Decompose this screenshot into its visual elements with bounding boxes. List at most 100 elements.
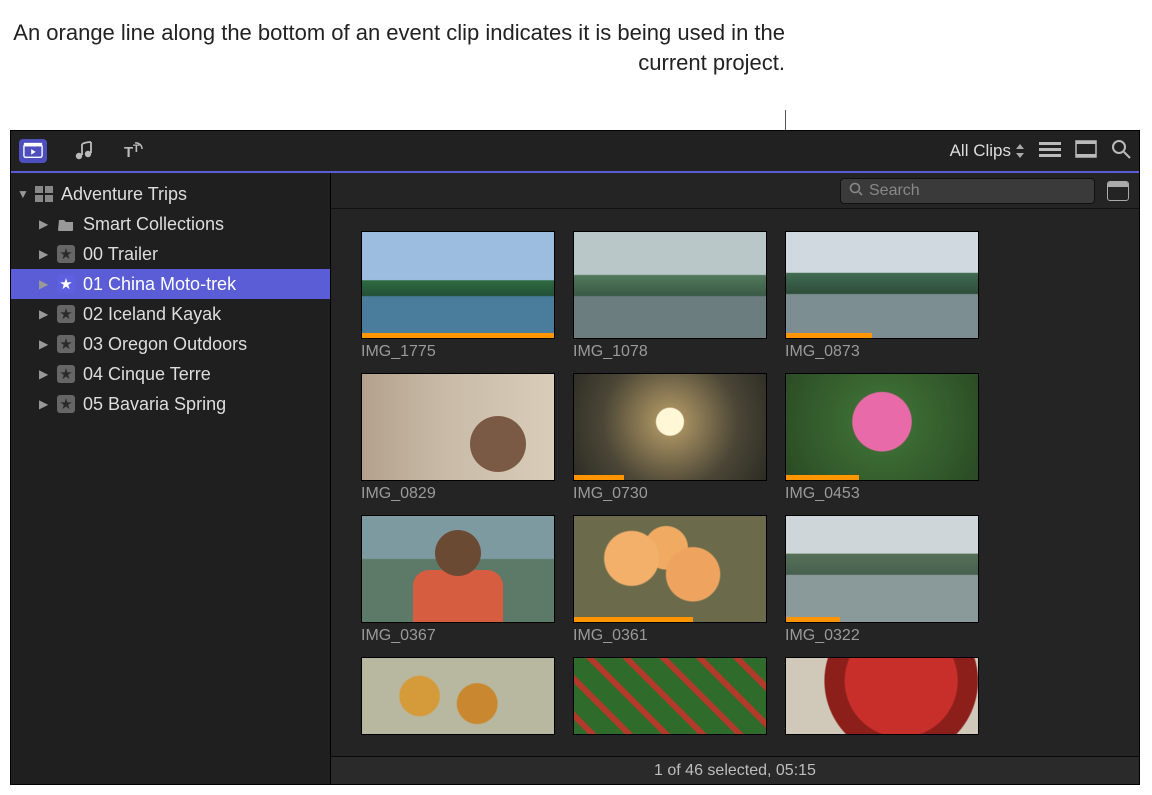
event-star-icon: ★ (57, 365, 75, 383)
clip-grid: IMG_1775 IMG_1078 IMG_0873 IMG_0829 IMG_0730… (331, 209, 1139, 756)
window-layout-icon[interactable] (1107, 181, 1129, 201)
sidebar-item-05-bavaria-spring[interactable]: ▶ ★ 05 Bavaria Spring (11, 389, 330, 419)
clip-label: IMG_0873 (785, 343, 979, 365)
svg-text:T: T (124, 144, 133, 161)
used-indicator-bar (574, 475, 624, 480)
disclosure-right-icon[interactable]: ▶ (39, 397, 49, 411)
clip-thumbnail[interactable] (785, 657, 979, 735)
event-star-icon: ★ (57, 245, 75, 263)
sidebar-item-label: 05 Bavaria Spring (83, 394, 226, 415)
library-root[interactable]: ▼ Adventure Trips (11, 179, 330, 209)
used-indicator-bar (786, 475, 859, 480)
titles-browser-icon[interactable]: TT (119, 139, 147, 163)
disclosure-right-icon[interactable]: ▶ (39, 277, 49, 291)
library-name: Adventure Trips (61, 184, 187, 205)
status-bar: 1 of 46 selected, 05:15 (331, 756, 1139, 784)
disclosure-right-icon[interactable]: ▶ (39, 217, 49, 231)
library-sidebar: ▼ Adventure Trips ▶ Smart Collections ▶ ★ 00… (11, 173, 331, 784)
event-star-icon: ★ (57, 335, 75, 353)
clip-item[interactable]: IMG_0361 (573, 515, 767, 649)
disclosure-right-icon[interactable]: ▶ (39, 247, 49, 261)
search-toggle-icon[interactable] (1111, 139, 1131, 164)
app-window: TT All Clips ▼ (10, 130, 1140, 785)
clip-thumbnail[interactable] (361, 373, 555, 481)
media-browser-icon[interactable] (19, 139, 47, 163)
status-text: 1 of 46 selected, 05:15 (654, 762, 816, 780)
list-view-icon[interactable] (1039, 141, 1061, 162)
audio-browser-icon[interactable] (69, 139, 97, 163)
clip-label: IMG_1078 (573, 343, 767, 365)
svg-text:T: T (133, 143, 140, 155)
clip-label: IMG_0361 (573, 627, 767, 649)
toolbar-right: All Clips (950, 139, 1131, 164)
toolbar-left: TT (19, 139, 147, 163)
clip-thumbnail[interactable] (573, 373, 767, 481)
clip-thumbnail[interactable] (361, 231, 555, 339)
clip-filter-label: All Clips (950, 141, 1011, 161)
clip-thumbnail[interactable] (785, 373, 979, 481)
sidebar-item-00-trailer[interactable]: ▶ ★ 00 Trailer (11, 239, 330, 269)
search-icon (849, 182, 863, 199)
clip-thumbnail[interactable] (785, 515, 979, 623)
clip-label (361, 739, 555, 756)
clip-thumbnail[interactable] (361, 515, 555, 623)
filmstrip-view-icon[interactable] (1075, 140, 1097, 163)
disclosure-right-icon[interactable]: ▶ (39, 307, 49, 321)
library-icon (35, 185, 53, 203)
used-indicator-bar (574, 617, 693, 622)
clip-thumbnail[interactable] (573, 515, 767, 623)
clip-item[interactable] (573, 657, 767, 756)
clip-item[interactable]: IMG_0829 (361, 373, 555, 507)
clip-item[interactable]: IMG_0367 (361, 515, 555, 649)
used-indicator-bar (786, 333, 872, 338)
annotation-text: An orange line along the bottom of an ev… (0, 18, 785, 77)
browser-header: Search (331, 173, 1139, 209)
event-star-icon: ★ (57, 395, 75, 413)
clip-item[interactable] (785, 657, 979, 756)
search-placeholder: Search (869, 182, 920, 200)
clip-label: IMG_0367 (361, 627, 555, 649)
sidebar-item-01-china-moto-trek[interactable]: ▶ ★ 01 China Moto-trek (11, 269, 330, 299)
clip-item[interactable]: IMG_0730 (573, 373, 767, 507)
clip-label: IMG_0322 (785, 627, 979, 649)
clip-item[interactable]: IMG_0322 (785, 515, 979, 649)
event-star-icon: ★ (57, 305, 75, 323)
disclosure-right-icon[interactable]: ▶ (39, 337, 49, 351)
search-input[interactable]: Search (840, 178, 1095, 204)
sidebar-item-04-cinque-terre[interactable]: ▶ ★ 04 Cinque Terre (11, 359, 330, 389)
clip-label: IMG_0829 (361, 485, 555, 507)
toolbar: TT All Clips (11, 131, 1139, 173)
clip-thumbnail[interactable] (573, 231, 767, 339)
folder-icon (57, 215, 75, 233)
clip-filter-dropdown[interactable]: All Clips (950, 141, 1025, 161)
clip-label: IMG_0453 (785, 485, 979, 507)
clip-item[interactable] (361, 657, 555, 756)
sidebar-item-label: Smart Collections (83, 214, 224, 235)
clip-item[interactable]: IMG_1775 (361, 231, 555, 365)
clip-item[interactable]: IMG_0453 (785, 373, 979, 507)
sidebar-item-label: 04 Cinque Terre (83, 364, 211, 385)
sidebar-item-03-oregon-outdoors[interactable]: ▶ ★ 03 Oregon Outdoors (11, 329, 330, 359)
clip-browser: Search IMG_1775IMG_1078IMG_0873IMG_0829I… (331, 173, 1139, 784)
clip-item[interactable]: IMG_1078 (573, 231, 767, 365)
clip-label: IMG_0730 (573, 485, 767, 507)
used-indicator-bar (362, 333, 554, 338)
sidebar-item-label: 02 Iceland Kayak (83, 304, 221, 325)
clip-label (785, 739, 979, 756)
disclosure-right-icon[interactable]: ▶ (39, 367, 49, 381)
sidebar-item-label: 00 Trailer (83, 244, 158, 265)
sidebar-item-02-iceland-kayak[interactable]: ▶ ★ 02 Iceland Kayak (11, 299, 330, 329)
sidebar-item-smart-collections[interactable]: ▶ Smart Collections (11, 209, 330, 239)
clip-item[interactable]: IMG_0873 (785, 231, 979, 365)
sidebar-item-label: 03 Oregon Outdoors (83, 334, 247, 355)
app-body: ▼ Adventure Trips ▶ Smart Collections ▶ ★ 00… (11, 173, 1139, 784)
clip-thumbnail[interactable] (361, 657, 555, 735)
event-star-icon: ★ (57, 275, 75, 293)
clip-label: IMG_1775 (361, 343, 555, 365)
sidebar-item-label: 01 China Moto-trek (83, 274, 236, 295)
disclosure-down-icon[interactable]: ▼ (17, 187, 27, 201)
used-indicator-bar (786, 617, 840, 622)
clip-label (573, 739, 767, 756)
clip-thumbnail[interactable] (785, 231, 979, 339)
clip-thumbnail[interactable] (573, 657, 767, 735)
